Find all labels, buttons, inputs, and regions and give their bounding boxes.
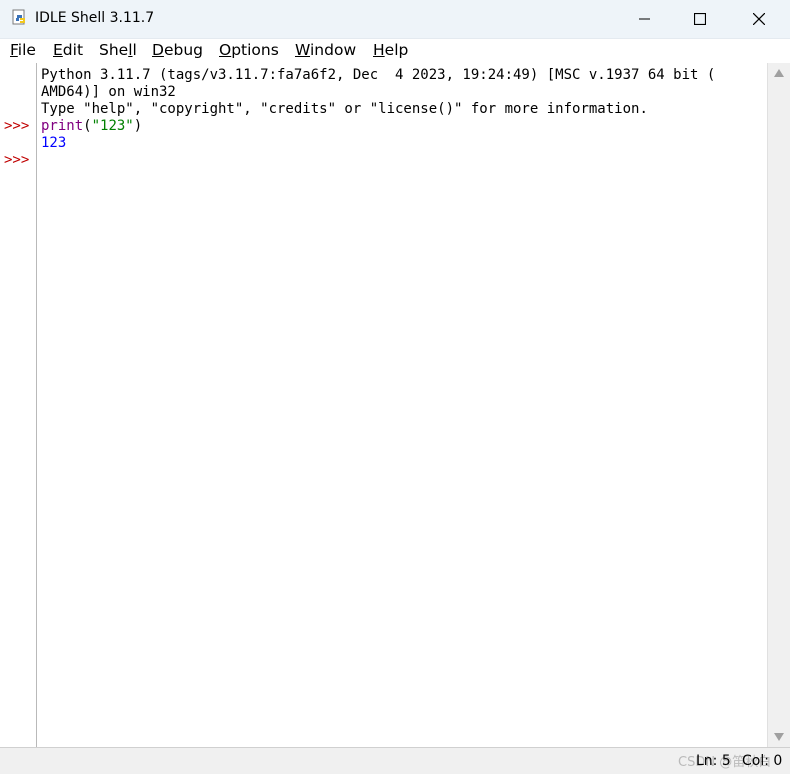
banner-line: Python 3.11.7 (tags/v3.11.7:fa7a6f2, Dec…: [41, 67, 716, 83]
menu-options[interactable]: Options: [219, 41, 279, 59]
close-button[interactable]: [736, 0, 782, 38]
output-line: 123: [41, 135, 67, 151]
menu-file[interactable]: File: [10, 41, 36, 59]
menu-help[interactable]: Help: [373, 41, 408, 59]
menu-bar: File Edit Shell Debug Options Window Hel…: [0, 39, 790, 63]
banner-line: Type "help", "copyright", "credits" or "…: [41, 101, 648, 117]
minimize-button[interactable]: [622, 0, 668, 38]
menu-shell[interactable]: Shell: [99, 41, 137, 59]
string-literal: "123": [91, 118, 134, 134]
scroll-up-icon[interactable]: [774, 69, 784, 77]
status-bar: CSDN @笛秋白 Ln: 5 Col: 0: [0, 747, 790, 774]
column-number: Col: 0: [742, 753, 783, 769]
vertical-scrollbar[interactable]: [767, 63, 790, 747]
menu-edit[interactable]: Edit: [53, 41, 83, 59]
maximize-button[interactable]: [677, 0, 723, 38]
window-title: IDLE Shell 3.11.7: [35, 10, 155, 26]
banner-line: AMD64)] on win32: [41, 84, 176, 100]
menu-window[interactable]: Window: [295, 41, 356, 59]
scroll-down-icon[interactable]: [774, 733, 784, 741]
shell-text-area[interactable]: Python 3.11.7 (tags/v3.11.7:fa7a6f2, Dec…: [37, 63, 767, 747]
python-idle-icon: [12, 9, 25, 25]
line-number: Ln: 5: [696, 753, 731, 769]
minimize-icon: [639, 18, 650, 20]
title-bar[interactable]: IDLE Shell 3.11.7: [0, 0, 790, 39]
prompt-gutter: >>> >>>: [0, 63, 37, 747]
close-icon: [753, 13, 765, 25]
input-line: print("123"): [41, 118, 143, 134]
maximize-icon: [694, 13, 706, 25]
menu-debug[interactable]: Debug: [152, 41, 203, 59]
shell-prompt: >>>: [4, 152, 30, 168]
builtin-keyword: print: [41, 118, 84, 134]
shell-prompt: >>>: [4, 118, 30, 134]
